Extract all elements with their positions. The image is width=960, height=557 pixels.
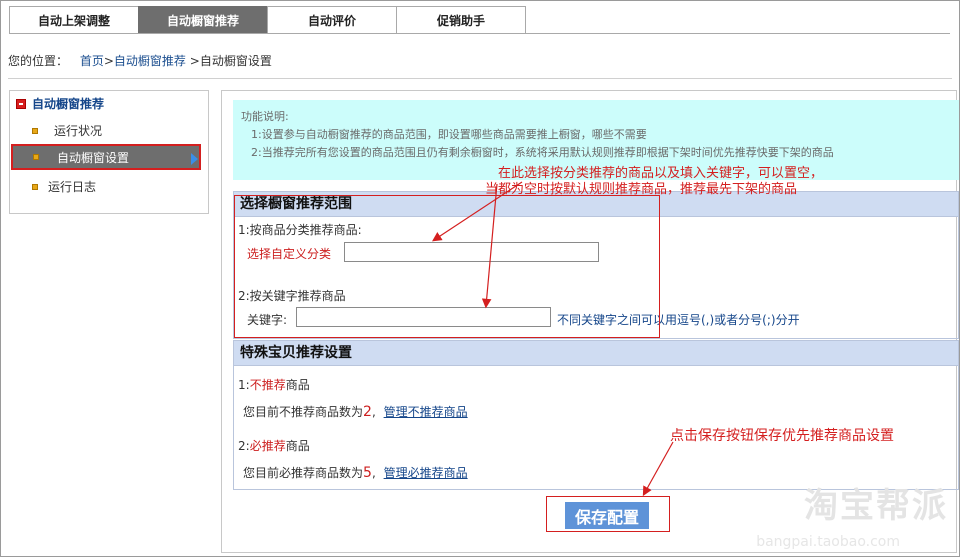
tab-auto-review[interactable]: 自动评价 xyxy=(267,6,397,34)
breadcrumb-sep: > xyxy=(189,54,200,68)
breadcrumb-prefix: 您的位置： xyxy=(8,54,69,68)
tab-underline xyxy=(9,33,950,34)
info-line: 2:当推荐完所有您设置的商品范围且仍有剩余橱窗时，系统将采用默认规则推荐即根据下… xyxy=(251,146,834,159)
collapse-icon[interactable] xyxy=(16,98,26,109)
keyword-section-label: 2:按关键字推荐商品 xyxy=(238,289,346,303)
sidebar-item-label: 自动橱窗设置 xyxy=(57,150,130,165)
sidebar-title: 自动橱窗推荐 xyxy=(32,97,105,111)
breadcrumb: 您的位置： 首页>自动橱窗推荐 >自动橱窗设置 xyxy=(8,52,272,69)
tab-promotion[interactable]: 促销助手 xyxy=(396,6,526,34)
keyword-hint: 不同关键字之间可以用逗号(,)或者分号(;)分开 xyxy=(557,313,800,327)
must-recommend-count: 您目前必推荐商品数为5, 管理必推荐商品 xyxy=(243,465,468,481)
watermark-url: bangpai.taobao.com xyxy=(756,534,900,550)
sidebar: 自动橱窗推荐 运行状况 自动橱窗设置 运行日志 xyxy=(9,90,209,214)
sidebar-header[interactable]: 自动橱窗推荐 xyxy=(16,95,104,112)
no-recommend-label: 1:不推荐商品 xyxy=(238,378,310,392)
sidebar-item-label: 运行状况 xyxy=(54,124,103,138)
info-title: 功能说明: xyxy=(241,110,289,123)
tab-auto-listing[interactable]: 自动上架调整 xyxy=(9,6,139,34)
custom-category-link[interactable]: 选择自定义分类 xyxy=(247,245,331,262)
save-highlight: 保存配置 xyxy=(546,496,670,532)
sidebar-item-label: 运行日志 xyxy=(48,180,97,194)
divider xyxy=(8,78,952,79)
section-title: 特殊宝贝推荐设置 xyxy=(234,341,958,366)
top-tabs: 自动上架调整 自动橱窗推荐 自动评价 促销助手 xyxy=(9,6,526,34)
breadcrumb-sep: > xyxy=(103,54,114,68)
annotation-text: 点击保存按钮保存优先推荐商品设置 xyxy=(670,428,894,444)
breadcrumb-current: 自动橱窗设置 xyxy=(199,54,272,68)
bullet-icon xyxy=(33,154,39,160)
manage-must-recommend-link[interactable]: 管理必推荐商品 xyxy=(384,466,468,480)
manage-no-recommend-link[interactable]: 管理不推荐商品 xyxy=(384,405,468,419)
bullet-icon xyxy=(32,183,38,190)
category-input[interactable] xyxy=(344,242,599,262)
keyword-input[interactable] xyxy=(296,307,551,327)
keyword-label: 关键字: xyxy=(247,313,288,327)
sidebar-item-window-settings[interactable]: 自动橱窗设置 xyxy=(11,144,201,170)
info-line: 1:设置参与自动橱窗推荐的商品范围，即设置哪些商品需要推上橱窗，哪些不需要 xyxy=(251,128,647,141)
save-config-button[interactable]: 保存配置 xyxy=(565,502,649,529)
tab-auto-window[interactable]: 自动橱窗推荐 xyxy=(138,6,268,34)
breadcrumb-home[interactable]: 首页 xyxy=(80,54,104,68)
category-label: 1:按商品分类推荐商品: xyxy=(238,223,362,237)
no-recommend-count: 您目前不推荐商品数为2, 管理不推荐商品 xyxy=(243,404,468,420)
breadcrumb-auto-window[interactable]: 自动橱窗推荐 xyxy=(114,54,186,68)
sidebar-item-status[interactable]: 运行状况 xyxy=(32,122,102,139)
bullet-icon xyxy=(32,127,38,134)
annotation-text: 当都为空时按默认规则推荐商品，推荐最先下架的商品 xyxy=(485,182,798,197)
arrow-right-icon xyxy=(191,153,198,165)
sidebar-item-log[interactable]: 运行日志 xyxy=(32,178,96,195)
must-recommend-label: 2:必推荐商品 xyxy=(238,439,310,453)
watermark-logo: 淘宝帮派 xyxy=(804,486,948,526)
